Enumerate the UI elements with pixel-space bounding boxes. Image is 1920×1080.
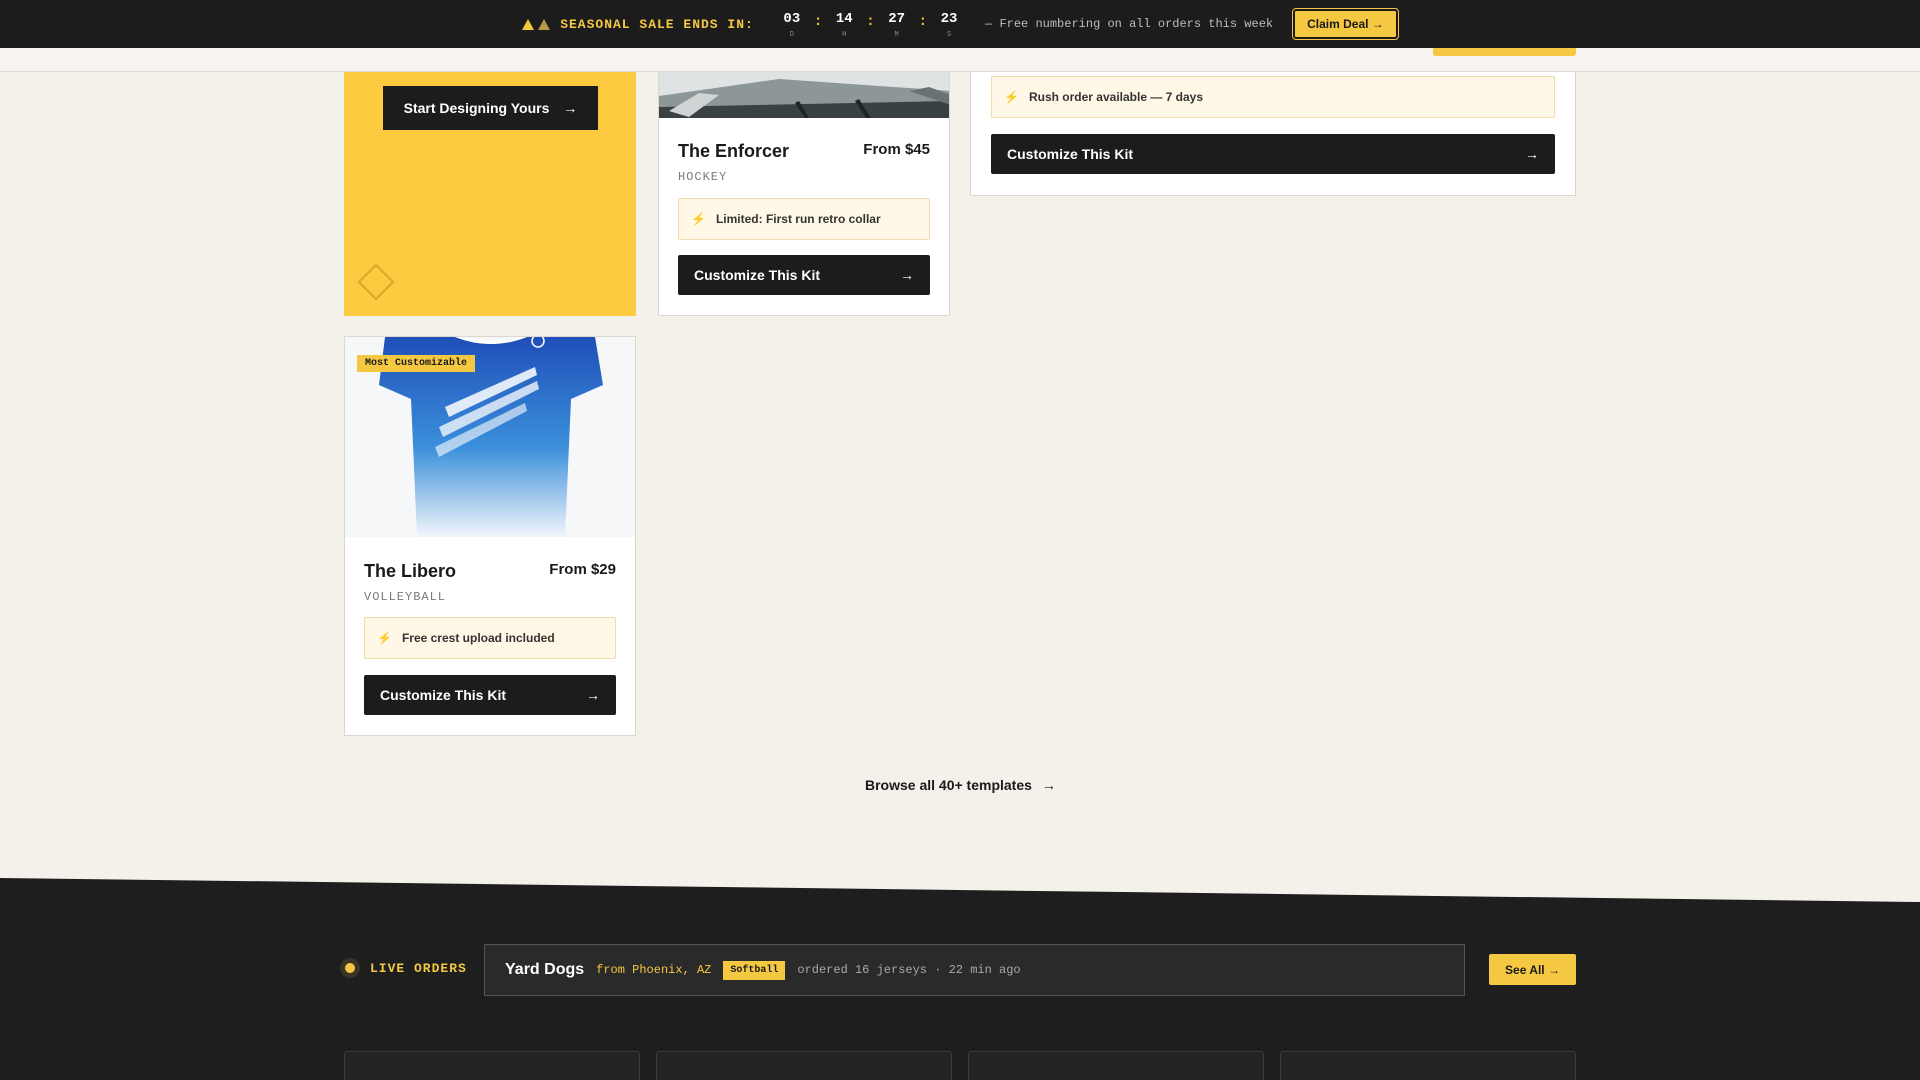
countdown-separator: : — [813, 14, 823, 30]
countdown-unit: H — [842, 31, 847, 39]
arrow-right-icon: → — [586, 687, 600, 703]
live-order-ticker: Yard Dogs from Phoenix, AZ Softball orde… — [484, 944, 1465, 996]
sale-label: SEASONAL SALE ENDS IN: — [560, 16, 754, 32]
product-sport: HOCKEY — [678, 170, 728, 184]
product-title: The Libero — [364, 561, 457, 581]
start-designing-button[interactable]: Start Designing Yours → — [383, 86, 598, 130]
order-card[interactable] — [1280, 1051, 1576, 1080]
product-card-libero: Most Customizable The Libero From $29 VO… — [344, 336, 636, 736]
product-sport: VOLLEYBALL — [364, 590, 447, 604]
customize-kit-label: Customize This Kit — [380, 687, 507, 703]
see-all-button[interactable]: See All → — [1489, 954, 1576, 985]
warning-icon — [522, 18, 551, 30]
browse-templates-link[interactable]: Browse all 40+ templates → — [865, 777, 1056, 793]
customize-kit-button[interactable]: Customize This Kit → — [991, 134, 1555, 174]
countdown-value: 03 — [783, 11, 801, 27]
product-price: From $45 — [863, 141, 930, 158]
customize-kit-button[interactable]: Customize This Kit → — [364, 675, 616, 715]
order-location: from Phoenix, AZ — [596, 963, 712, 977]
customize-kit-label: Customize This Kit — [1007, 146, 1134, 162]
product-note: ⚡ Free crest upload included — [364, 617, 616, 659]
diamond-icon — [357, 263, 395, 301]
countdown-unit: D — [789, 31, 794, 39]
product-title: The Enforcer — [678, 141, 790, 161]
product-note-text: Limited: First run retro collar — [715, 212, 881, 226]
product-note: ⚡ Limited: First run retro collar — [678, 198, 930, 240]
customize-kit-button[interactable]: Customize This Kit → — [678, 255, 930, 295]
countdown-value: 14 — [835, 11, 853, 27]
product-note-text: Free crest upload included — [401, 631, 555, 645]
order-team-name: Yard Dogs — [505, 961, 585, 978]
product-price: From $29 — [549, 561, 616, 578]
order-card[interactable] — [344, 1051, 640, 1080]
arrow-right-icon: → — [563, 100, 578, 116]
browse-templates-label: Browse all 40+ templates — [865, 777, 1032, 793]
order-card[interactable] — [968, 1051, 1264, 1080]
arrow-right-icon: → — [1525, 146, 1539, 162]
live-orders-indicator: LIVE ORDERS — [340, 958, 467, 978]
countdown-separator: : — [866, 14, 875, 30]
product-note: ⚡ Rush order available — 7 days — [991, 76, 1555, 118]
lightning-icon: ⚡ — [1004, 90, 1019, 104]
site-header — [0, 46, 1920, 72]
countdown-timer: 03 D : 14 H : 27 M : 23 S — [774, 9, 967, 39]
product-card-enforcer: The Enforcer From $45 HOCKEY ⚡ Limited: … — [658, 60, 950, 316]
hero-card: Start Designing Yours → — [344, 60, 636, 316]
countdown-value: 27 — [888, 11, 906, 27]
countdown-seconds: 23 S — [931, 9, 967, 39]
start-designing-label: Start Designing Yours — [403, 100, 550, 116]
order-detail: ordered 16 jerseys · 22 min ago — [797, 963, 1021, 977]
arrow-right-icon: → — [1041, 777, 1056, 793]
countdown-unit: S — [946, 31, 952, 39]
customize-kit-label: Customize This Kit — [694, 267, 821, 283]
countdown-hours: 14 H — [826, 9, 862, 39]
countdown-separator: : — [918, 14, 928, 30]
claim-deal-button[interactable]: Claim Deal → — [1293, 9, 1398, 39]
promo-bar: SEASONAL SALE ENDS IN: 03 D : 14 H : 27 M :… — [0, 0, 1920, 48]
lightning-icon: ⚡ — [377, 631, 392, 645]
countdown-value: 23 — [940, 11, 958, 27]
product-note-text: Rush order available — 7 days — [1028, 90, 1204, 104]
live-dot-icon — [340, 958, 360, 978]
countdown-unit: M — [894, 31, 899, 39]
most-customizable-badge: Most Customizable — [357, 355, 476, 372]
arrow-right-icon: → — [900, 267, 914, 283]
order-card[interactable] — [656, 1051, 952, 1080]
countdown-days: 03 D — [774, 9, 810, 39]
lightning-icon: ⚡ — [691, 212, 706, 226]
live-orders-label: LIVE ORDERS — [370, 960, 467, 976]
countdown-minutes: 27 M — [879, 9, 915, 39]
free-numbering-text: — Free numbering on all orders this week — [985, 17, 1274, 31]
order-sport-tag: Softball — [723, 960, 786, 980]
